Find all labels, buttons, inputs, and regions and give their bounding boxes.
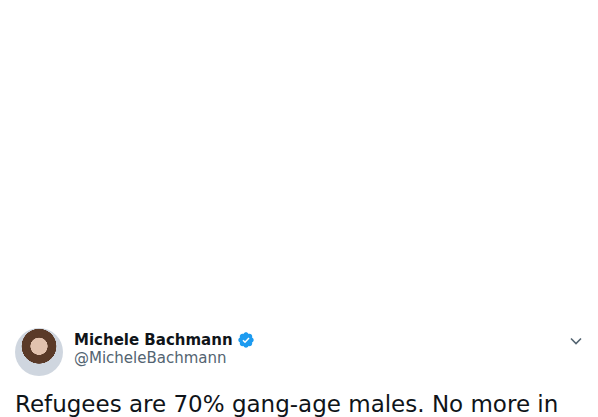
tweet-header: Michele Bachmann@MicheleBachmann — [0, 328, 598, 376]
tweet-text: Refugees are 70% gang-age males. No more… — [0, 390, 598, 417]
tweet-embed: Michele Bachmann@MicheleBachmann Refugees… — [0, 0, 598, 417]
author-handle[interactable]: @MicheleBachmann — [74, 349, 558, 367]
author-info: Michele Bachmann@MicheleBachmann — [74, 331, 558, 367]
chevron-down-icon[interactable] — [569, 334, 583, 348]
verified-icon — [237, 331, 255, 349]
author-name[interactable]: Michele Bachmann — [74, 331, 233, 349]
name-row: Michele Bachmann — [74, 331, 558, 349]
media-area — [0, 0, 598, 328]
author-avatar[interactable] — [15, 328, 63, 376]
